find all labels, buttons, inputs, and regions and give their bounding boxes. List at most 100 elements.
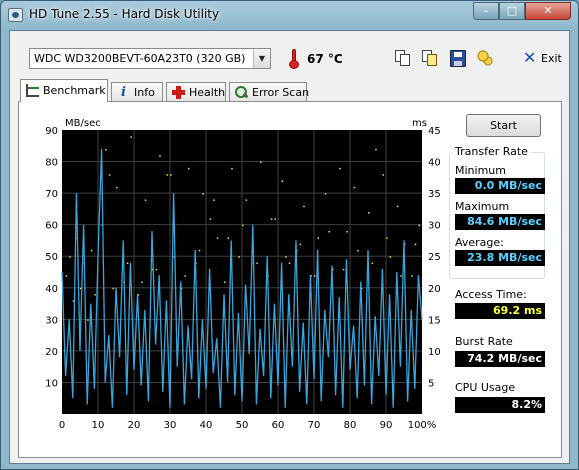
y-left-tick-label: 10 <box>45 378 58 389</box>
minimize-button[interactable]: – <box>473 2 499 20</box>
access-time-value: 69.2 ms <box>455 303 545 319</box>
access-time-point <box>303 205 305 208</box>
access-time-point <box>188 167 190 170</box>
access-time-point <box>90 249 93 252</box>
options-icon[interactable] <box>477 50 493 67</box>
access-time-point <box>386 237 388 239</box>
title-bar[interactable]: HD Tune 2.55 - Hard Disk Utility – □ ✕ <box>1 1 578 29</box>
access-time-point <box>260 161 262 164</box>
tab-info[interactable]: i Info <box>111 82 163 101</box>
access-time-point <box>324 193 327 195</box>
y-right-tick-label: 25 <box>428 252 441 263</box>
y-left-axis-label: MB/sec <box>65 118 101 129</box>
transfer-rate-title: Transfer Rate <box>452 145 531 158</box>
access-time-point <box>69 256 71 258</box>
y-right-axis-label: ms <box>412 118 427 129</box>
tab-error-scan-label: Error Scan <box>252 86 310 99</box>
y-right-tick-label: 35 <box>428 189 441 200</box>
x-tick-label: 20 <box>128 420 141 431</box>
access-time-point <box>141 281 143 283</box>
access-time-point <box>155 268 158 271</box>
x-tick-label: 0 <box>59 420 65 431</box>
chevron-down-icon[interactable]: ▼ <box>253 49 270 68</box>
access-time-point <box>227 237 230 239</box>
close-button[interactable]: ✕ <box>525 2 571 20</box>
x-tick-label: 10 <box>92 420 105 431</box>
copy-text-icon[interactable] <box>395 50 411 67</box>
access-time-point <box>270 218 273 220</box>
y-right-tick-label: 40 <box>428 158 441 169</box>
access-time-point <box>108 174 111 176</box>
access-time-point <box>209 218 212 220</box>
access-time-point <box>126 262 129 265</box>
minimum-value: 0.0 MB/sec <box>455 178 545 194</box>
benchmark-panel: 0 10 20 30 40 50 60 70 80 90 100% 90 80 70 60 50 40 30 20 1… <box>18 101 562 458</box>
access-time-point <box>382 174 384 176</box>
info-icon: i <box>121 85 126 100</box>
y-right-tick-label: 5 <box>428 378 434 389</box>
maximum-label: Maximum <box>455 200 510 213</box>
drive-dropdown[interactable]: WDC WD3200BEVT-60A23T0 (320 GB) ▼ <box>29 48 271 69</box>
cpu-usage-value: 8.2% <box>455 397 545 413</box>
access-time-point <box>317 237 320 239</box>
x-tick-label: 30 <box>164 420 177 431</box>
y-right-tick-label: 15 <box>428 315 441 326</box>
copy-screenshot-icon[interactable] <box>422 50 438 67</box>
access-time-point <box>285 256 287 258</box>
access-time-point <box>346 230 348 233</box>
maximum-value: 84.6 MB/sec <box>455 214 545 230</box>
minimum-label: Minimum <box>455 164 506 177</box>
temperature-readout: 67 °C <box>307 52 343 66</box>
exit-button[interactable]: Exit <box>541 52 562 65</box>
access-time-point <box>389 256 392 258</box>
access-time-point <box>353 186 356 189</box>
access-time-point <box>238 256 240 258</box>
health-icon <box>172 86 185 99</box>
average-value: 23.8 MB/sec <box>455 250 545 266</box>
access-time-point <box>328 230 330 233</box>
tab-health[interactable]: Health <box>166 82 226 101</box>
save-icon[interactable] <box>450 50 466 67</box>
access-time-point <box>375 148 377 151</box>
cpu-usage-label: CPU Usage <box>455 381 516 394</box>
access-time-point <box>242 224 244 227</box>
access-time-point <box>144 199 147 201</box>
tab-benchmark-label: Benchmark <box>43 84 106 97</box>
average-label: Average: <box>455 236 504 249</box>
tab-benchmark[interactable]: Benchmark <box>20 79 108 102</box>
access-time-label: Access Time: <box>455 288 527 301</box>
access-time-point <box>314 275 316 277</box>
y-left-tick-label: 30 <box>45 315 58 326</box>
window-title: HD Tune 2.55 - Hard Disk Utility <box>29 7 220 21</box>
access-time-point <box>368 212 370 214</box>
burst-rate-value: 74.2 MB/sec <box>455 351 545 367</box>
error-scan-icon <box>235 86 248 99</box>
access-time-point <box>87 319 89 321</box>
access-time-point <box>116 186 118 189</box>
access-time-point <box>396 205 399 208</box>
x-tick-label: 90 <box>380 420 393 431</box>
access-time-point <box>411 275 413 277</box>
exit-icon[interactable]: ✕ <box>523 48 536 67</box>
tab-error-scan[interactable]: Error Scan <box>229 82 310 101</box>
maximize-button[interactable]: □ <box>499 2 525 20</box>
access-time-point <box>170 174 172 176</box>
access-time-point <box>130 136 132 138</box>
x-tick-label: 40 <box>200 420 213 431</box>
start-button[interactable]: Start <box>466 114 541 137</box>
access-time-point <box>245 199 248 201</box>
y-right-tick-label: 20 <box>428 284 441 295</box>
client-area: WDC WD3200BEVT-60A23T0 (320 GB) ▼ 67 °C … <box>9 30 570 464</box>
access-time-point <box>65 275 68 277</box>
x-tick-label: 50 <box>236 420 249 431</box>
app-window: HD Tune 2.55 - Hard Disk Utility – □ ✕ W… <box>0 0 579 470</box>
hdtune-app-icon <box>8 8 23 22</box>
y-left-tick-label: 80 <box>45 158 58 169</box>
access-time-point <box>184 275 186 277</box>
y-left-tick-label: 90 <box>45 126 58 137</box>
access-time-point <box>112 287 114 290</box>
access-time-point <box>159 155 161 157</box>
burst-rate-label: Burst Rate <box>455 335 513 348</box>
access-time-point <box>400 275 402 277</box>
tab-health-label: Health <box>189 86 226 99</box>
